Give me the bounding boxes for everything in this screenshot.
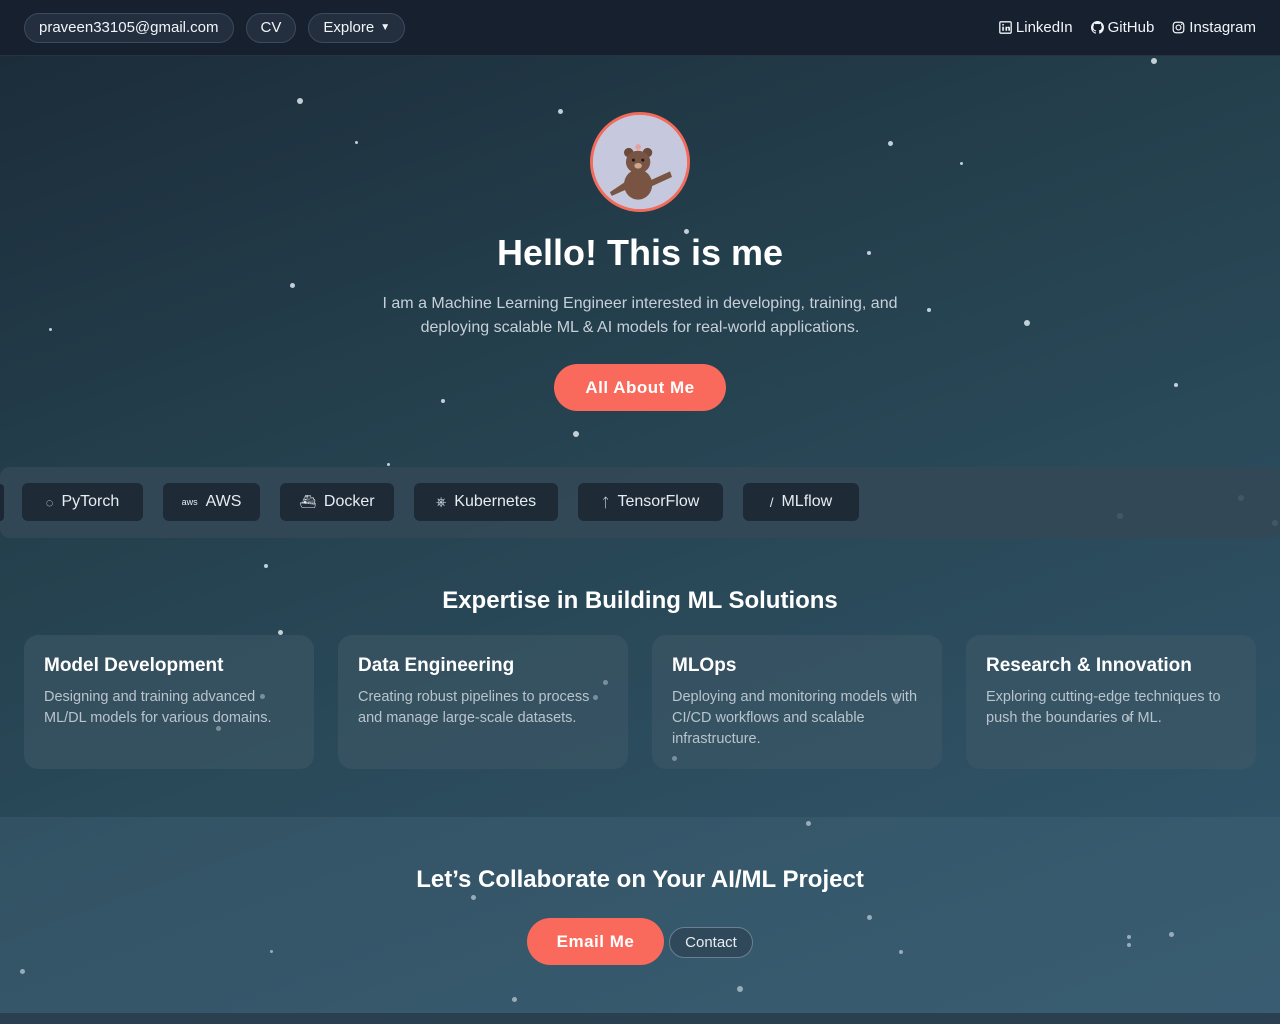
footer-edge [0, 1013, 1280, 1024]
expertise-card-data-engineering: Data Engineering Creating robust pipelin… [338, 635, 628, 769]
expertise-title: Expertise in Building ML Solutions [442, 587, 838, 614]
tech-chip-tensorflow[interactable]: ᛏ TensorFlow [578, 483, 723, 521]
tech-label: Kubernetes [454, 493, 537, 510]
card-text: Creating robust pipelines to process and… [358, 689, 590, 726]
tensorflow-icon: ᛏ [601, 494, 610, 510]
tech-chip-mlflow[interactable]: / MLflow [743, 483, 859, 521]
top-navbar: praveen33105@gmail.com CV Explore ▼ Link… [0, 0, 1280, 56]
tech-label: AWS [205, 493, 242, 510]
github-link[interactable]: GitHub [1090, 19, 1155, 36]
tech-chip-kubernetes[interactable]: ⎈ Kubernetes [414, 483, 558, 521]
contact-button[interactable]: Contact [669, 927, 753, 958]
github-label: GitHub [1107, 19, 1155, 36]
explore-label: Explore [323, 19, 375, 36]
aws-icon: aws [181, 497, 198, 507]
docker-icon: ⛴ [299, 494, 316, 509]
card-title: MLOps [672, 655, 737, 676]
hero-description: I am a Machine Learning Engineer interes… [382, 295, 898, 336]
carousel-partial-item [0, 484, 4, 521]
github-icon [1090, 21, 1104, 34]
cv-button[interactable]: CV [245, 12, 297, 43]
instagram-link[interactable]: Instagram [1172, 19, 1256, 36]
caret-down-icon: ▼ [380, 22, 391, 33]
card-text: Deploying and monitoring models with CI/… [672, 689, 918, 747]
tech-chip-docker[interactable]: ⛴ Docker [280, 483, 394, 521]
linkedin-label: LinkedIn [1015, 19, 1073, 36]
email-me-button[interactable]: Email Me [527, 918, 664, 965]
card-title: Model Development [44, 655, 224, 676]
hero-title: Hello! This is me [496, 232, 784, 273]
linkedin-link[interactable]: LinkedIn [999, 19, 1073, 36]
collaborate-title: Let’s Collaborate on Your AI/ML Project [416, 866, 864, 893]
tech-label: TensorFlow [617, 493, 700, 510]
card-title: Data Engineering [358, 655, 515, 676]
pytorch-icon: ◌ [45, 494, 54, 510]
tech-chip-pytorch[interactable]: ◌ PyTorch [22, 483, 143, 521]
email-pill[interactable]: praveen33105@gmail.com [24, 12, 234, 43]
linkedin-icon [999, 21, 1012, 34]
all-about-me-button[interactable]: All About Me [554, 364, 726, 411]
tech-label: PyTorch [61, 493, 120, 510]
kubernetes-icon: ⎈ [435, 494, 447, 509]
expertise-card-model-development: Model Development Designing and training… [24, 635, 314, 769]
card-text: Exploring cutting-edge techniques to pus… [986, 689, 1221, 726]
instagram-label: Instagram [1189, 19, 1256, 36]
card-text: Designing and training advanced ML/DL mo… [44, 689, 272, 726]
mlflow-icon: / [769, 494, 774, 510]
social-links: LinkedIn GitHub Instagram [999, 19, 1256, 36]
instagram-icon [1172, 21, 1185, 34]
tech-stack-carousel: ◌ PyTorch aws AWS ⛴ Docker ⎈ Kubernetes … [0, 467, 1280, 538]
profile-avatar [590, 112, 690, 212]
collaborate-section [0, 817, 1280, 1013]
expertise-card-mlops: MLOps Deploying and monitoring models wi… [652, 635, 942, 769]
expertise-card-research-innovation: Research & Innovation Exploring cutting-… [966, 635, 1256, 769]
tech-label: Docker [323, 493, 375, 510]
bear-avatar-illustration [593, 115, 687, 209]
explore-dropdown[interactable]: Explore ▼ [308, 12, 406, 43]
tech-label: MLflow [781, 493, 833, 510]
tech-chip-aws[interactable]: aws AWS [163, 483, 260, 521]
card-title: Research & Innovation [986, 655, 1192, 676]
